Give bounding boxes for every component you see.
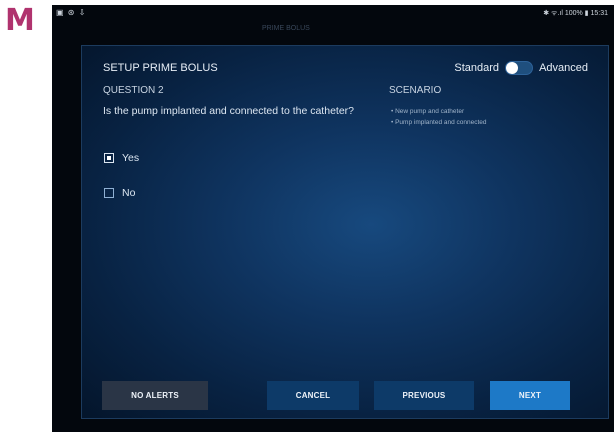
checkbox-unchecked-icon[interactable] xyxy=(104,188,114,198)
status-bar: ▣ ⊛ ⇩ ✱ ᯤ.ıl 100% ▮ 15:31 xyxy=(52,5,614,21)
mode-toggle-group: Standard Advanced xyxy=(454,61,588,75)
background-screen-title: PRIME BOLUS xyxy=(262,25,310,32)
panel-label: M xyxy=(5,3,35,38)
checkbox-checked-icon[interactable] xyxy=(104,153,114,163)
status-indicators: ✱ ᯤ.ıl 100% ▮ 15:31 xyxy=(543,10,608,17)
tablet-screen: ▣ ⊛ ⇩ ✱ ᯤ.ıl 100% ▮ 15:31 PRIME BOLUS SE… xyxy=(52,5,614,432)
previous-button[interactable]: PREVIOUS xyxy=(374,381,474,410)
status-icons: ▣ ⊛ ⇩ xyxy=(56,8,87,17)
option-yes[interactable]: Yes xyxy=(104,152,139,164)
next-button[interactable]: NEXT xyxy=(490,381,570,410)
option-yes-label: Yes xyxy=(122,152,140,164)
scenario-item: New pump and catheter xyxy=(391,106,487,117)
scenario-list: New pump and catheter Pump implanted and… xyxy=(391,106,487,128)
cancel-button[interactable]: CANCEL xyxy=(267,381,359,410)
option-no[interactable]: No xyxy=(104,187,135,199)
question-text: Is the pump implanted and connected to t… xyxy=(103,105,355,117)
standard-label: Standard xyxy=(454,62,500,74)
setup-prime-bolus-dialog: SETUP PRIME BOLUS Standard Advanced QUES… xyxy=(81,45,609,419)
advanced-label: Advanced xyxy=(539,62,588,74)
dialog-title: SETUP PRIME BOLUS xyxy=(103,62,218,74)
scenario-item: Pump implanted and connected xyxy=(391,117,486,128)
question-number: QUESTION 2 xyxy=(103,85,164,96)
no-alerts-button[interactable]: NO ALERTS xyxy=(102,381,208,410)
toggle-knob xyxy=(506,62,519,74)
mode-toggle-switch[interactable] xyxy=(505,61,534,75)
scenario-heading: SCENARIO xyxy=(389,85,442,96)
option-no-label: No xyxy=(122,187,136,199)
